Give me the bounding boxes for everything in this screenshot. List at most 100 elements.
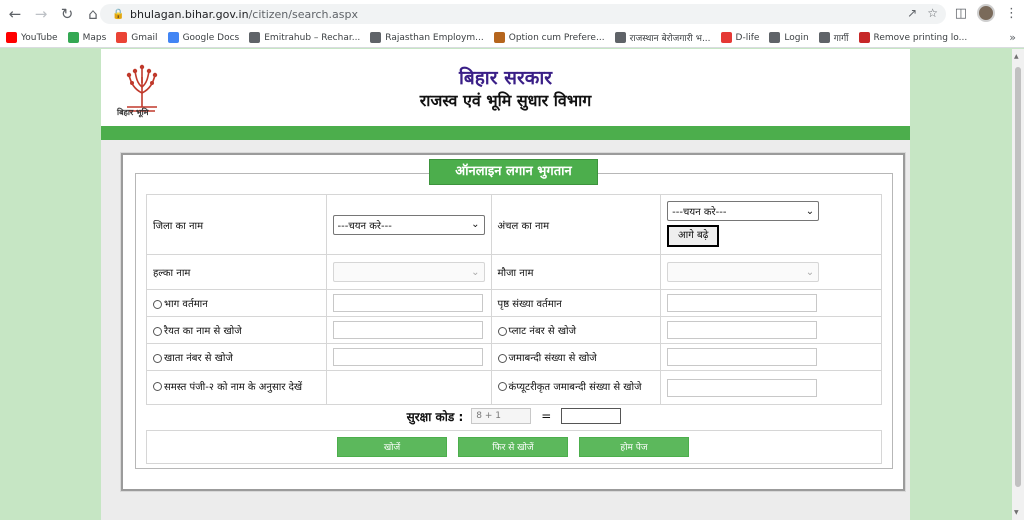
raiyat-label: रैयत का नाम से खोजे xyxy=(164,326,242,337)
star-icon[interactable]: ☆ xyxy=(927,6,938,20)
reload-icon[interactable]: ↻ xyxy=(56,3,78,25)
bookmark-item[interactable]: Login xyxy=(769,32,809,43)
pdf-icon xyxy=(858,32,870,43)
docs-icon xyxy=(167,32,179,43)
bookmark-item[interactable]: Google Docs xyxy=(167,32,240,43)
page-scrollbar[interactable]: ▲ ▼ xyxy=(1012,49,1024,520)
khata-label: खाता नंबर से खोजे xyxy=(164,353,233,364)
globe-icon xyxy=(249,32,261,43)
dlife-icon xyxy=(720,32,732,43)
bookmark-label: Gmail xyxy=(131,32,158,43)
bhag-label: भाग वर्तमान xyxy=(164,299,208,310)
raiyat-input[interactable] xyxy=(332,321,483,339)
khata-radio[interactable] xyxy=(153,353,162,363)
bookmark-label: Remove printing lo... xyxy=(873,32,968,43)
halka-label: हल्का नाम xyxy=(146,254,327,290)
maps-icon xyxy=(67,32,79,43)
bookmark-label: Maps xyxy=(82,32,107,43)
forward-icon[interactable]: → xyxy=(30,3,52,25)
chevron-down-icon: ⌄ xyxy=(471,266,480,278)
site-container: बिहार भूमि बिहार सरकार राजस्व एवं भूमि स… xyxy=(101,49,910,520)
bookmark-item[interactable]: Emitrahub – Rechar... xyxy=(249,32,360,43)
sidepanel-icon[interactable]: ◫ xyxy=(955,6,967,21)
search-form: जिला का नाम ---चयन करे--- ⌄ अंचल का नाम … xyxy=(135,173,893,469)
plot-input[interactable] xyxy=(667,321,818,339)
panji-label: समस्त पंजी-२ को नाम के अनुसार देखें xyxy=(164,381,303,393)
district-select[interactable]: ---चयन करे--- ⌄ xyxy=(332,214,485,235)
address-bar[interactable]: 🔒 bhulagan.bihar.gov.in/citizen/search.a… xyxy=(100,4,946,24)
captcha-row: सुरक्षा कोड : 8 + 1 = xyxy=(136,404,892,428)
bookmark-label: गार्गी xyxy=(833,34,849,44)
bookmarks-more-icon[interactable]: » xyxy=(1009,31,1016,44)
page-input[interactable] xyxy=(667,294,818,312)
search-button[interactable]: खोजें xyxy=(337,437,447,457)
raiyat-radio[interactable] xyxy=(153,326,162,336)
next-button[interactable]: आगे बढ़े xyxy=(667,225,720,247)
mauja-label: मौजा नाम xyxy=(490,254,662,290)
computer-radio[interactable] xyxy=(497,382,507,391)
bhag-input[interactable] xyxy=(332,294,483,312)
chevron-down-icon: ⌄ xyxy=(805,205,815,217)
bookmark-label: राजस्थान बेरोजगारी भ... xyxy=(629,34,711,44)
jamabandi-radio[interactable] xyxy=(497,353,507,363)
department-title: राजस्व एवं भूमि सुधार विभाग xyxy=(419,91,592,110)
bookmark-item[interactable]: Remove printing lo... xyxy=(858,32,968,43)
scroll-down-icon[interactable]: ▼ xyxy=(1014,509,1019,516)
globe-icon xyxy=(769,32,781,43)
action-buttons: खोजें फिर से खोजें होम पेज xyxy=(146,430,882,464)
bookmark-label: Emitrahub – Rechar... xyxy=(264,32,361,43)
bookmark-label: D-life xyxy=(735,32,760,43)
bookmarks-bar: YouTube Maps Gmail Google Docs Emitrahub – R… xyxy=(0,28,1024,48)
page-label: पृष्ठ संख्या वर्तमान xyxy=(490,289,662,317)
bookmark-item[interactable]: D-life xyxy=(720,32,760,43)
circle-select[interactable]: ---चयन करे--- ⌄ xyxy=(667,201,820,221)
site-header: बिहार भूमि बिहार सरकार राजस्व एवं भूमि स… xyxy=(101,49,910,126)
globe-icon xyxy=(818,32,830,43)
bookmark-label: Rajasthan Employm... xyxy=(385,32,484,43)
page-viewport: बिहार भूमि बिहार सरकार राजस्व एवं भूमि स… xyxy=(0,49,1024,520)
bhag-radio[interactable] xyxy=(153,299,162,309)
bookmark-item[interactable]: YouTube xyxy=(6,32,58,43)
bookmark-label: Login xyxy=(784,32,809,43)
research-button[interactable]: फिर से खोजें xyxy=(458,437,568,457)
chevron-down-icon: ⌄ xyxy=(805,266,815,278)
home-page-button[interactable]: होम पेज xyxy=(579,437,689,457)
circle-label: अंचल का नाम xyxy=(490,194,662,255)
bookmark-label: YouTube xyxy=(21,32,58,43)
scrollbar-thumb[interactable] xyxy=(1015,67,1021,487)
captcha-answer-input[interactable] xyxy=(561,408,622,424)
captcha-label: सुरक्षा कोड : xyxy=(406,409,464,424)
computer-label: कंप्यूटरीकृत जमाबन्दी संख्या से खोजे xyxy=(508,381,642,393)
computer-input[interactable] xyxy=(667,378,818,397)
plot-label: प्लाट नंबर से खोजे xyxy=(508,326,577,337)
bookmark-item[interactable]: Maps xyxy=(67,32,107,43)
khata-input[interactable] xyxy=(332,348,483,366)
emblem-icon xyxy=(493,32,505,43)
bookmark-item[interactable]: Gmail xyxy=(116,32,158,43)
mauja-select[interactable]: ⌄ xyxy=(667,262,820,282)
avatar[interactable] xyxy=(977,4,995,22)
bookmark-label: Google Docs xyxy=(182,32,240,43)
bookmark-item[interactable]: Rajasthan Employm... xyxy=(370,32,484,43)
url-path: /citizen/search.aspx xyxy=(248,7,358,21)
header-green-bar xyxy=(101,126,910,140)
district-select-value: ---चयन करे--- xyxy=(337,220,392,232)
jamabandi-input[interactable] xyxy=(667,348,818,366)
search-table: जिला का नाम ---चयन करे--- ⌄ अंचल का नाम … xyxy=(146,194,882,405)
share-icon[interactable]: ↗ xyxy=(907,6,917,20)
payment-panel: जिला का नाम ---चयन करे--- ⌄ अंचल का नाम … xyxy=(121,153,905,491)
bookmark-item[interactable]: Option cum Prefere... xyxy=(493,32,605,43)
halka-select[interactable]: ⌄ xyxy=(332,262,485,282)
panji-radio[interactable] xyxy=(153,382,162,391)
menu-icon[interactable]: ⋮ xyxy=(1005,6,1018,21)
plot-radio[interactable] xyxy=(497,326,507,336)
circle-select-value: ---चयन करे--- xyxy=(672,207,727,218)
bookmark-item[interactable]: राजस्थान बेरोजगारी भ... xyxy=(614,31,711,44)
bulb-icon xyxy=(614,32,626,43)
jamabandi-label: जमाबन्दी संख्या से खोजे xyxy=(508,353,597,364)
back-icon[interactable]: ← xyxy=(4,3,26,25)
captcha-question: 8 + 1 xyxy=(471,408,532,424)
bookmark-item[interactable]: गार्गी xyxy=(818,31,849,44)
scroll-up-icon[interactable]: ▲ xyxy=(1014,53,1019,60)
bookmark-label: Option cum Prefere... xyxy=(508,32,605,43)
